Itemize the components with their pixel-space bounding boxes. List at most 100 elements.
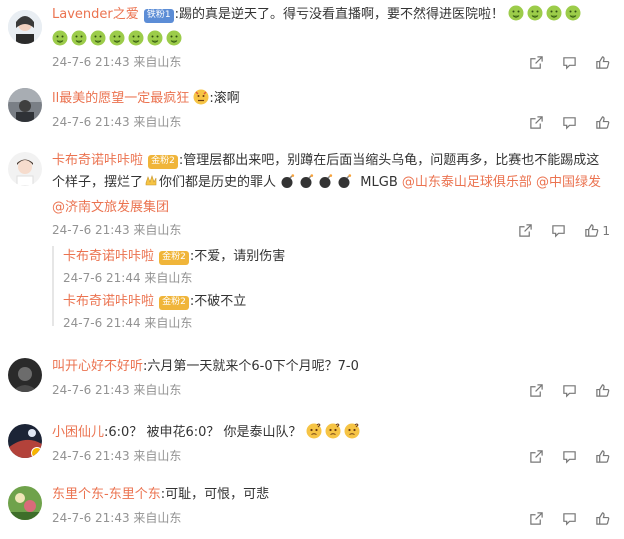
bomb-emoji xyxy=(337,173,353,197)
username[interactable]: 叫开心好不好听 xyxy=(52,359,143,374)
share-arrow-icon xyxy=(519,224,533,237)
vomit-face-emoji xyxy=(527,5,543,29)
comment-meta: 24-7-6 21:43 来自山东 xyxy=(52,223,182,237)
username[interactable]: 小困仙儿 xyxy=(52,425,104,440)
comment-actions xyxy=(529,55,610,70)
comment-button[interactable] xyxy=(562,511,577,526)
emoji-row xyxy=(52,29,612,54)
comment-icon xyxy=(563,117,576,130)
comment-text: ll最美的愿望一定最疯狂 :滚啊 xyxy=(52,88,612,113)
avatar[interactable] xyxy=(8,424,42,458)
username[interactable]: 卡布奇诺咔咔啦 xyxy=(63,294,154,309)
comment-item: 卡布奇诺咔咔啦 金粉2:管理层都出来吧，别蹲在后面当缩头乌龟，问题再多，比赛也不… xyxy=(0,150,624,340)
comment-meta: 24-7-6 21:43 来自山东 xyxy=(52,55,182,69)
comment-button[interactable] xyxy=(562,55,577,70)
reply-list: 卡布奇诺咔咔啦 金粉2:不爱，请别伤害 24-7-6 21:44 来自山东 卡布… xyxy=(52,246,612,330)
share-arrow-icon xyxy=(530,116,543,129)
comment-actions xyxy=(529,449,610,464)
username[interactable]: 卡布奇诺咔咔啦 xyxy=(63,249,154,264)
share-arrow-icon xyxy=(530,384,543,397)
comment-content: :可耻，可恨，可悲 xyxy=(160,487,270,502)
reply-content: :不破不立 xyxy=(189,294,247,309)
avatar[interactable] xyxy=(8,486,42,520)
comment-content: :6:0？ 被申花6:0？ 你是泰山队？ xyxy=(104,425,302,440)
avatar[interactable] xyxy=(8,88,42,122)
reply-meta: 24-7-6 21:44 来自山东 xyxy=(63,271,193,285)
comment-text: 小困仙儿:6:0？ 被申花6:0？ 你是泰山队？ xyxy=(52,422,612,447)
vomit-face-emoji xyxy=(546,5,562,29)
like-button[interactable] xyxy=(595,511,610,526)
like-button[interactable] xyxy=(595,383,610,398)
vomit-face-emoji xyxy=(508,5,524,29)
comment-item: 小困仙儿:6:0？ 被申花6:0？ 你是泰山队？ 24-7-6 21:43 来自… xyxy=(0,422,624,468)
comment-actions xyxy=(529,511,610,526)
vomit-face-emoji xyxy=(109,30,125,54)
like-button[interactable] xyxy=(595,55,610,70)
vomit-face-emoji xyxy=(90,30,106,54)
like-button[interactable] xyxy=(595,449,610,464)
comment-meta: 24-7-6 21:43 来自山东 xyxy=(52,511,182,525)
confused-face-emoji xyxy=(325,423,341,447)
comment-text: 卡布奇诺咔咔啦 金粉2:管理层都出来吧，别蹲在后面当缩头乌龟，问题再多，比赛也不… xyxy=(52,150,612,219)
comment-icon xyxy=(563,513,576,526)
comment-meta: 24-7-6 21:43 来自山东 xyxy=(52,449,182,463)
username[interactable]: ll最美的愿望一定最疯狂 xyxy=(52,91,189,106)
share-arrow-icon xyxy=(530,56,543,69)
angry-face-emoji xyxy=(193,89,209,113)
comment-button[interactable] xyxy=(562,383,577,398)
comment-list: Lavender之爱 铁粉1:踢的真是逆天了。得亏没看直播啊，要不然得进医院啦！… xyxy=(0,0,624,539)
avatar[interactable] xyxy=(8,358,42,392)
comment-content-3: MLGB xyxy=(356,175,402,190)
mention-link[interactable]: @山东泰山足球俱乐部 xyxy=(402,175,532,190)
share-button[interactable] xyxy=(529,115,544,130)
comment-icon xyxy=(563,385,576,398)
comment-icon xyxy=(563,451,576,464)
comment-content: :踢的真是逆天了。得亏没看直播啊，要不然得进医院啦！ xyxy=(174,7,505,22)
rock-on-emoji xyxy=(143,173,159,197)
fan-badge: 金粉2 xyxy=(148,155,178,169)
share-button[interactable] xyxy=(529,55,544,70)
vomit-face-emoji xyxy=(508,5,584,22)
username[interactable]: Lavender之爱 xyxy=(52,7,139,22)
comment-button[interactable] xyxy=(551,223,566,238)
fan-badge: 金粉2 xyxy=(159,296,189,310)
share-arrow-icon xyxy=(530,450,543,463)
mention-link[interactable]: @中国绿发 xyxy=(536,175,601,190)
reply-text: 卡布奇诺咔咔啦 金粉2:不破不立 xyxy=(63,291,612,313)
like-button[interactable]: 1 xyxy=(584,223,610,238)
thumbs-up-icon xyxy=(596,512,610,525)
vomit-face-emoji xyxy=(71,30,87,54)
share-button[interactable] xyxy=(529,511,544,526)
avatar[interactable] xyxy=(8,10,42,44)
thumbs-up-icon xyxy=(596,384,610,397)
comment-meta: 24-7-6 21:43 来自山东 xyxy=(52,115,182,129)
comment-button[interactable] xyxy=(562,449,577,464)
mention-link[interactable]: @济南文旅发展集团 xyxy=(52,200,169,215)
comment-item: Lavender之爱 铁粉1:踢的真是逆天了。得亏没看直播啊，要不然得进医院啦！… xyxy=(0,4,624,70)
comment-meta: 24-7-6 21:43 来自山东 xyxy=(52,383,182,397)
comment-item: 叫开心好不好听:六月第一天就来个6-0下个月呢？7-0 24-7-6 21:43… xyxy=(0,356,624,402)
thumbs-up-icon xyxy=(585,224,599,237)
bomb-emoji xyxy=(299,173,315,197)
comment-content: :滚啊 xyxy=(209,91,240,106)
avatar[interactable] xyxy=(8,152,42,186)
confused-face-emoji xyxy=(344,423,360,447)
comment-actions: 1 xyxy=(518,223,610,238)
confused-face-emoji xyxy=(306,423,322,447)
vomit-face-emoji xyxy=(166,30,182,54)
comment-content-2: 你们都是历史的罪人 xyxy=(159,175,277,190)
share-arrow-icon xyxy=(530,512,543,525)
vomit-face-emoji xyxy=(52,30,68,54)
bomb-emoji xyxy=(318,173,334,197)
thumbs-up-icon xyxy=(596,116,610,129)
username[interactable]: 卡布奇诺咔咔啦 xyxy=(52,153,143,168)
vomit-face-emoji xyxy=(128,30,144,54)
like-button[interactable] xyxy=(595,115,610,130)
share-button[interactable] xyxy=(518,223,533,238)
comment-button[interactable] xyxy=(562,115,577,130)
comment-actions xyxy=(529,383,610,398)
share-button[interactable] xyxy=(529,383,544,398)
share-button[interactable] xyxy=(529,449,544,464)
comment-icon xyxy=(552,225,566,238)
username[interactable]: 东里个东-东里个东 xyxy=(52,487,161,502)
